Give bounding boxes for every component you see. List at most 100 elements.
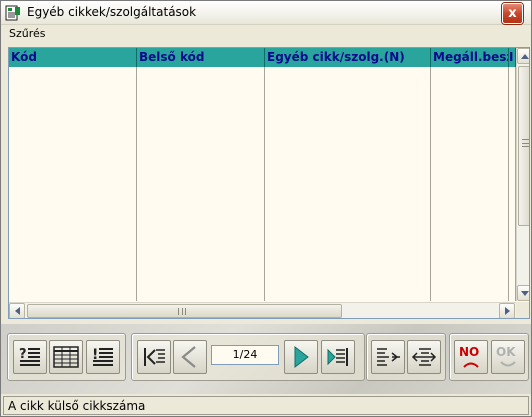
scroll-left-button[interactable] [9, 303, 25, 318]
horizontal-scroll-thumb[interactable] [27, 304, 342, 318]
scroll-up-button[interactable] [517, 48, 529, 64]
table-row[interactable] [9, 175, 516, 193]
table-cell[interactable] [9, 103, 137, 121]
table-cell[interactable] [137, 121, 265, 139]
table-row[interactable] [9, 121, 516, 139]
table-cell[interactable] [137, 175, 265, 193]
table-cell[interactable] [265, 265, 431, 283]
table-cell[interactable] [137, 67, 265, 85]
table-cell[interactable] [431, 193, 509, 211]
grid-body[interactable] [9, 67, 516, 302]
table-cell[interactable] [137, 103, 265, 121]
info-list-button[interactable]: ! [86, 340, 120, 374]
table-cell[interactable] [265, 211, 431, 229]
table-cell[interactable] [137, 193, 265, 211]
table-cell[interactable] [509, 193, 516, 211]
horizontal-scrollbar[interactable] [9, 302, 516, 318]
table-cell[interactable] [9, 265, 137, 283]
table-cell[interactable] [137, 247, 265, 265]
table-cell[interactable] [509, 121, 516, 139]
table-cell[interactable] [509, 283, 516, 301]
table-row[interactable] [9, 229, 516, 247]
table-row[interactable] [9, 283, 516, 301]
table-row[interactable] [9, 247, 516, 265]
last-record-button[interactable] [321, 340, 355, 374]
table-cell[interactable] [431, 283, 509, 301]
column-header-purchase[interactable]: Megáll.besz [431, 48, 509, 67]
table-cell[interactable] [9, 85, 137, 103]
cancel-button[interactable]: NO [454, 340, 488, 374]
table-row[interactable] [9, 103, 516, 121]
table-cell[interactable] [9, 175, 137, 193]
table-cell[interactable] [431, 229, 509, 247]
scroll-right-button[interactable] [499, 303, 515, 318]
column-header-code[interactable]: Kód [9, 48, 137, 67]
table-cell[interactable] [509, 175, 516, 193]
table-cell[interactable] [9, 67, 137, 85]
table-cell[interactable] [431, 211, 509, 229]
table-cell[interactable] [265, 121, 431, 139]
table-row[interactable] [9, 67, 516, 85]
table-cell[interactable] [509, 229, 516, 247]
table-cell[interactable] [137, 85, 265, 103]
table-row[interactable] [9, 139, 516, 157]
previous-record-button[interactable] [173, 340, 207, 374]
table-cell[interactable] [265, 85, 431, 103]
close-button[interactable]: x [502, 3, 523, 24]
table-cell[interactable] [431, 265, 509, 283]
table-cell[interactable] [431, 85, 509, 103]
table-cell[interactable] [509, 85, 516, 103]
table-cell[interactable] [9, 283, 137, 301]
table-cell[interactable] [509, 139, 516, 157]
table-cell[interactable] [137, 157, 265, 175]
table-cell[interactable] [137, 265, 265, 283]
ok-button[interactable]: OK [491, 340, 525, 374]
table-cell[interactable] [431, 139, 509, 157]
table-cell[interactable] [265, 103, 431, 121]
table-row[interactable] [9, 193, 516, 211]
table-cell[interactable] [137, 229, 265, 247]
table-cell[interactable] [9, 247, 137, 265]
table-cell[interactable] [509, 211, 516, 229]
table-cell[interactable] [265, 67, 431, 85]
table-cell[interactable] [431, 121, 509, 139]
table-cell[interactable] [9, 193, 137, 211]
table-cell[interactable] [265, 247, 431, 265]
table-row[interactable] [9, 211, 516, 229]
column-header-internal-code[interactable]: Belső kód [137, 48, 265, 67]
table-cell[interactable] [265, 139, 431, 157]
table-cell[interactable] [509, 157, 516, 175]
table-cell[interactable] [431, 103, 509, 121]
menu-item-filter[interactable]: Szűrés [9, 27, 46, 40]
table-cell[interactable] [265, 193, 431, 211]
sort-order-button[interactable] [407, 340, 441, 374]
table-row[interactable] [9, 157, 516, 175]
table-cell[interactable] [509, 265, 516, 283]
table-cell[interactable] [9, 229, 137, 247]
table-cell[interactable] [431, 67, 509, 85]
data-grid[interactable]: Kód Belső kód Egyéb cikk/szolg.(N) Megál… [8, 47, 530, 319]
table-cell[interactable] [431, 175, 509, 193]
vertical-scrollbar[interactable] [516, 48, 529, 301]
table-cell[interactable] [431, 247, 509, 265]
column-header-item-name[interactable]: Egyéb cikk/szolg.(N) [265, 48, 431, 67]
table-cell[interactable] [509, 103, 516, 121]
table-cell[interactable] [509, 67, 516, 85]
scroll-down-button[interactable] [517, 285, 529, 301]
details-list-button[interactable]: ? [13, 340, 47, 374]
table-cell[interactable] [265, 175, 431, 193]
table-row[interactable] [9, 85, 516, 103]
vertical-scroll-thumb[interactable] [518, 66, 529, 226]
next-record-button[interactable] [284, 340, 318, 374]
table-cell[interactable] [265, 157, 431, 175]
table-cell[interactable] [265, 229, 431, 247]
table-cell[interactable] [137, 283, 265, 301]
first-record-button[interactable] [137, 340, 171, 374]
table-cell[interactable] [137, 211, 265, 229]
table-row[interactable] [9, 265, 516, 283]
table-cell[interactable] [265, 283, 431, 301]
table-cell[interactable] [9, 157, 137, 175]
table-cell[interactable] [9, 211, 137, 229]
table-cell[interactable] [431, 157, 509, 175]
sort-ascending-button[interactable] [371, 340, 405, 374]
